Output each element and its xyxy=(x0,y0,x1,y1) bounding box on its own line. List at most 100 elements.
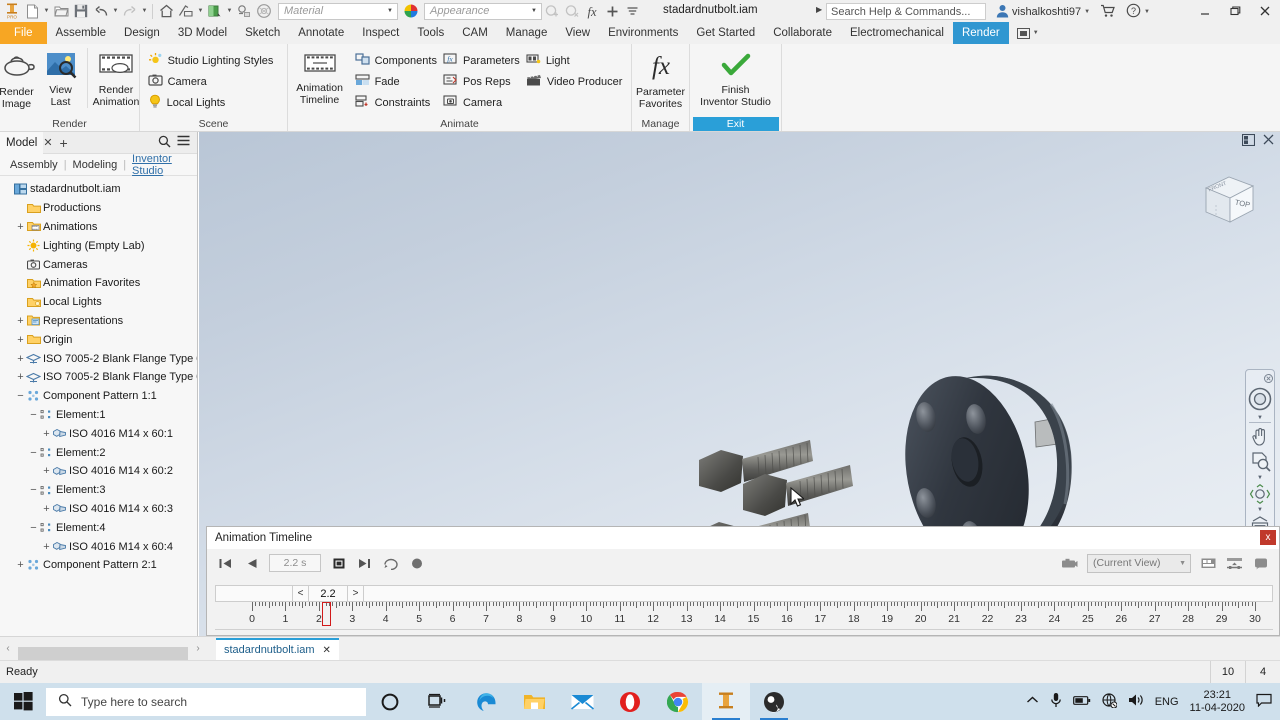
timeline-ruler[interactable]: 0 1 2 3 4 5 6 7 8 9 10 11 12 13 14 15 16 17 18 19 20 21 22 23 24… xyxy=(215,602,1273,630)
tree-expander-icon[interactable]: + xyxy=(15,315,26,327)
fx-icon[interactable]: fx xyxy=(582,1,602,21)
ribbon-tab-cam[interactable]: CAM xyxy=(453,22,497,44)
render-animation-button[interactable]: Render Animation xyxy=(86,48,145,108)
sub-tab-inventor-studio[interactable]: Inventor Studio xyxy=(126,153,197,177)
chevron-down-icon[interactable]: ▼ xyxy=(387,8,393,14)
ribbon-tab-design[interactable]: Design xyxy=(115,22,169,44)
tree-expander-icon[interactable]: + xyxy=(15,334,26,346)
browser-tab-model[interactable]: Model xyxy=(0,131,44,154)
ribbon-tab-assemble[interactable]: Assemble xyxy=(47,22,116,44)
viewcube[interactable]: TOP FRONT xyxy=(1196,170,1262,232)
sub-tab-modeling[interactable]: Modeling xyxy=(67,159,124,171)
microphone-icon[interactable] xyxy=(1050,692,1062,711)
appearance-color-icon[interactable] xyxy=(401,1,421,21)
search-input[interactable]: Search Help & Commands... xyxy=(826,3,986,20)
doctab-prev-icon[interactable]: ‹ xyxy=(0,636,16,660)
tree-expander-icon[interactable]: + xyxy=(15,371,26,383)
ribbon-tab-collaborate[interactable]: Collaborate xyxy=(764,22,841,44)
help-icon[interactable]: ? xyxy=(1126,3,1141,21)
orbit-icon[interactable] xyxy=(1247,481,1273,506)
ribbon-tab-tools[interactable]: Tools xyxy=(408,22,453,44)
chevron-down-icon[interactable]: ▼ xyxy=(1033,30,1039,36)
tree-expander-icon[interactable]: − xyxy=(28,522,39,534)
tree-expander-icon[interactable]: − xyxy=(28,484,39,496)
ribbon-display-options[interactable]: ▼ xyxy=(1009,22,1047,44)
components-button[interactable]: Components xyxy=(354,52,443,69)
show-hidden-icons-icon[interactable] xyxy=(1026,695,1039,708)
ribbon-tab-annotate[interactable]: Annotate xyxy=(289,22,353,44)
edge-icon[interactable] xyxy=(462,683,510,720)
tree-item[interactable]: Animation Favorites xyxy=(0,274,197,293)
ribbon-tab-get-started[interactable]: Get Started xyxy=(687,22,764,44)
tree-item[interactable]: Lighting (Empty Lab) xyxy=(0,236,197,255)
doctab-next-icon[interactable]: › xyxy=(190,636,206,660)
tree-item[interactable]: + Representations xyxy=(0,312,197,331)
notification-icon[interactable] xyxy=(1256,693,1272,710)
browser-close-icon[interactable]: ✕ xyxy=(43,136,59,149)
ribbon-tab-sketch[interactable]: Sketch xyxy=(236,22,289,44)
select-sphere-icon[interactable] xyxy=(254,1,274,21)
tree-item[interactable]: + Component Pattern 2:1 xyxy=(0,556,197,575)
tree-item[interactable]: + ISO 4016 M14 x 60:4 xyxy=(0,537,197,556)
ribbon-tab-file[interactable]: File xyxy=(0,22,47,44)
ribbon-tab-3d-model[interactable]: 3D Model xyxy=(169,22,236,44)
finish-inventor-studio-button[interactable]: Finish Inventor Studio xyxy=(693,48,779,108)
ribbon-tab-render[interactable]: Render xyxy=(952,22,1009,44)
hamburger-menu-icon[interactable] xyxy=(177,135,190,150)
video-producer-button[interactable]: Video Producer xyxy=(526,73,629,90)
tree-expander-icon[interactable]: + xyxy=(15,221,26,233)
current-time-field[interactable]: 2.2 s xyxy=(269,554,321,572)
full-navigation-wheel-icon[interactable] xyxy=(1247,384,1273,414)
undo-dropdown-icon[interactable]: ▼ xyxy=(111,1,120,21)
local-lights-button[interactable]: Local Lights xyxy=(148,94,280,111)
step-back-icon[interactable] xyxy=(243,555,260,572)
search-expand-icon[interactable]: ▶ xyxy=(816,5,822,14)
camera-button[interactable]: Camera xyxy=(147,73,280,90)
clear-appearance-icon[interactable] xyxy=(234,1,254,21)
chevron-down-icon[interactable]: ▼ xyxy=(531,8,537,14)
settings-icon[interactable] xyxy=(1252,555,1269,572)
loop-icon[interactable] xyxy=(382,555,399,572)
tree-item[interactable]: + ISO 4016 M14 x 60:1 xyxy=(0,424,197,443)
appearance-dropdown-icon[interactable]: ▼ xyxy=(196,1,205,21)
taskbar-search-input[interactable]: Type here to search xyxy=(46,687,366,716)
obs-icon[interactable] xyxy=(750,683,798,720)
taskbar-clock[interactable]: 23:21 11-04-2020 xyxy=(1190,689,1245,715)
help-dropdown-icon[interactable]: ▼ xyxy=(1144,9,1150,15)
chevron-down-icon[interactable]: ▼ xyxy=(1179,560,1186,567)
expand-icon[interactable] xyxy=(1200,555,1217,572)
tree-expander-icon[interactable]: − xyxy=(28,409,39,421)
tree-expander-icon[interactable]: + xyxy=(15,353,26,365)
pan-icon[interactable] xyxy=(1247,424,1273,449)
inventor-icon[interactable] xyxy=(702,683,750,720)
animation-timeline-button[interactable]: Animation Timeline xyxy=(291,48,349,106)
material-field[interactable]: Material ▼ xyxy=(278,2,398,20)
tree-expander-icon[interactable]: − xyxy=(28,447,39,459)
new-file-icon[interactable] xyxy=(22,1,42,21)
animate-camera-button[interactable]: Camera xyxy=(443,94,526,111)
view-select-dropdown[interactable]: (Current View) ▼ xyxy=(1087,553,1191,573)
ribbon-tab-inspect[interactable]: Inspect xyxy=(353,22,408,44)
spinner-value[interactable]: 2.2 xyxy=(309,586,347,601)
view-last-button[interactable]: View Last xyxy=(39,48,83,108)
file-explorer-icon[interactable] xyxy=(510,683,558,720)
pos-reps-button[interactable]: Pos Reps xyxy=(443,73,526,90)
opera-icon[interactable] xyxy=(606,683,654,720)
tree-expander-icon[interactable]: + xyxy=(15,559,26,571)
parameter-favorites-button[interactable]: fx Parameter Favorites xyxy=(632,48,690,110)
animation-timeline-close-button[interactable]: x xyxy=(1260,530,1276,545)
tree-item[interactable]: + ISO 4016 M14 x 60:3 xyxy=(0,500,197,519)
light-button[interactable]: Light xyxy=(526,52,629,69)
tree-item[interactable]: + ISO 7005-2 Blank Flange Type 05 Fl xyxy=(0,349,197,368)
tree-expander-icon[interactable]: + xyxy=(41,428,52,440)
stop-icon[interactable] xyxy=(330,555,347,572)
ribbon-tab-electromechanical[interactable]: Electromechanical xyxy=(841,22,953,44)
cortana-icon[interactable] xyxy=(366,683,414,720)
fade-button[interactable]: Fade xyxy=(355,73,443,90)
parameters-button[interactable]: fx Parameters xyxy=(443,52,526,69)
tree-item[interactable]: + Origin xyxy=(0,330,197,349)
user-dropdown-icon[interactable]: ▼ xyxy=(1084,9,1090,15)
browser-add-icon[interactable]: + xyxy=(60,135,68,151)
new-file-dropdown-icon[interactable]: ▼ xyxy=(42,1,51,21)
search-icon[interactable] xyxy=(158,135,171,151)
